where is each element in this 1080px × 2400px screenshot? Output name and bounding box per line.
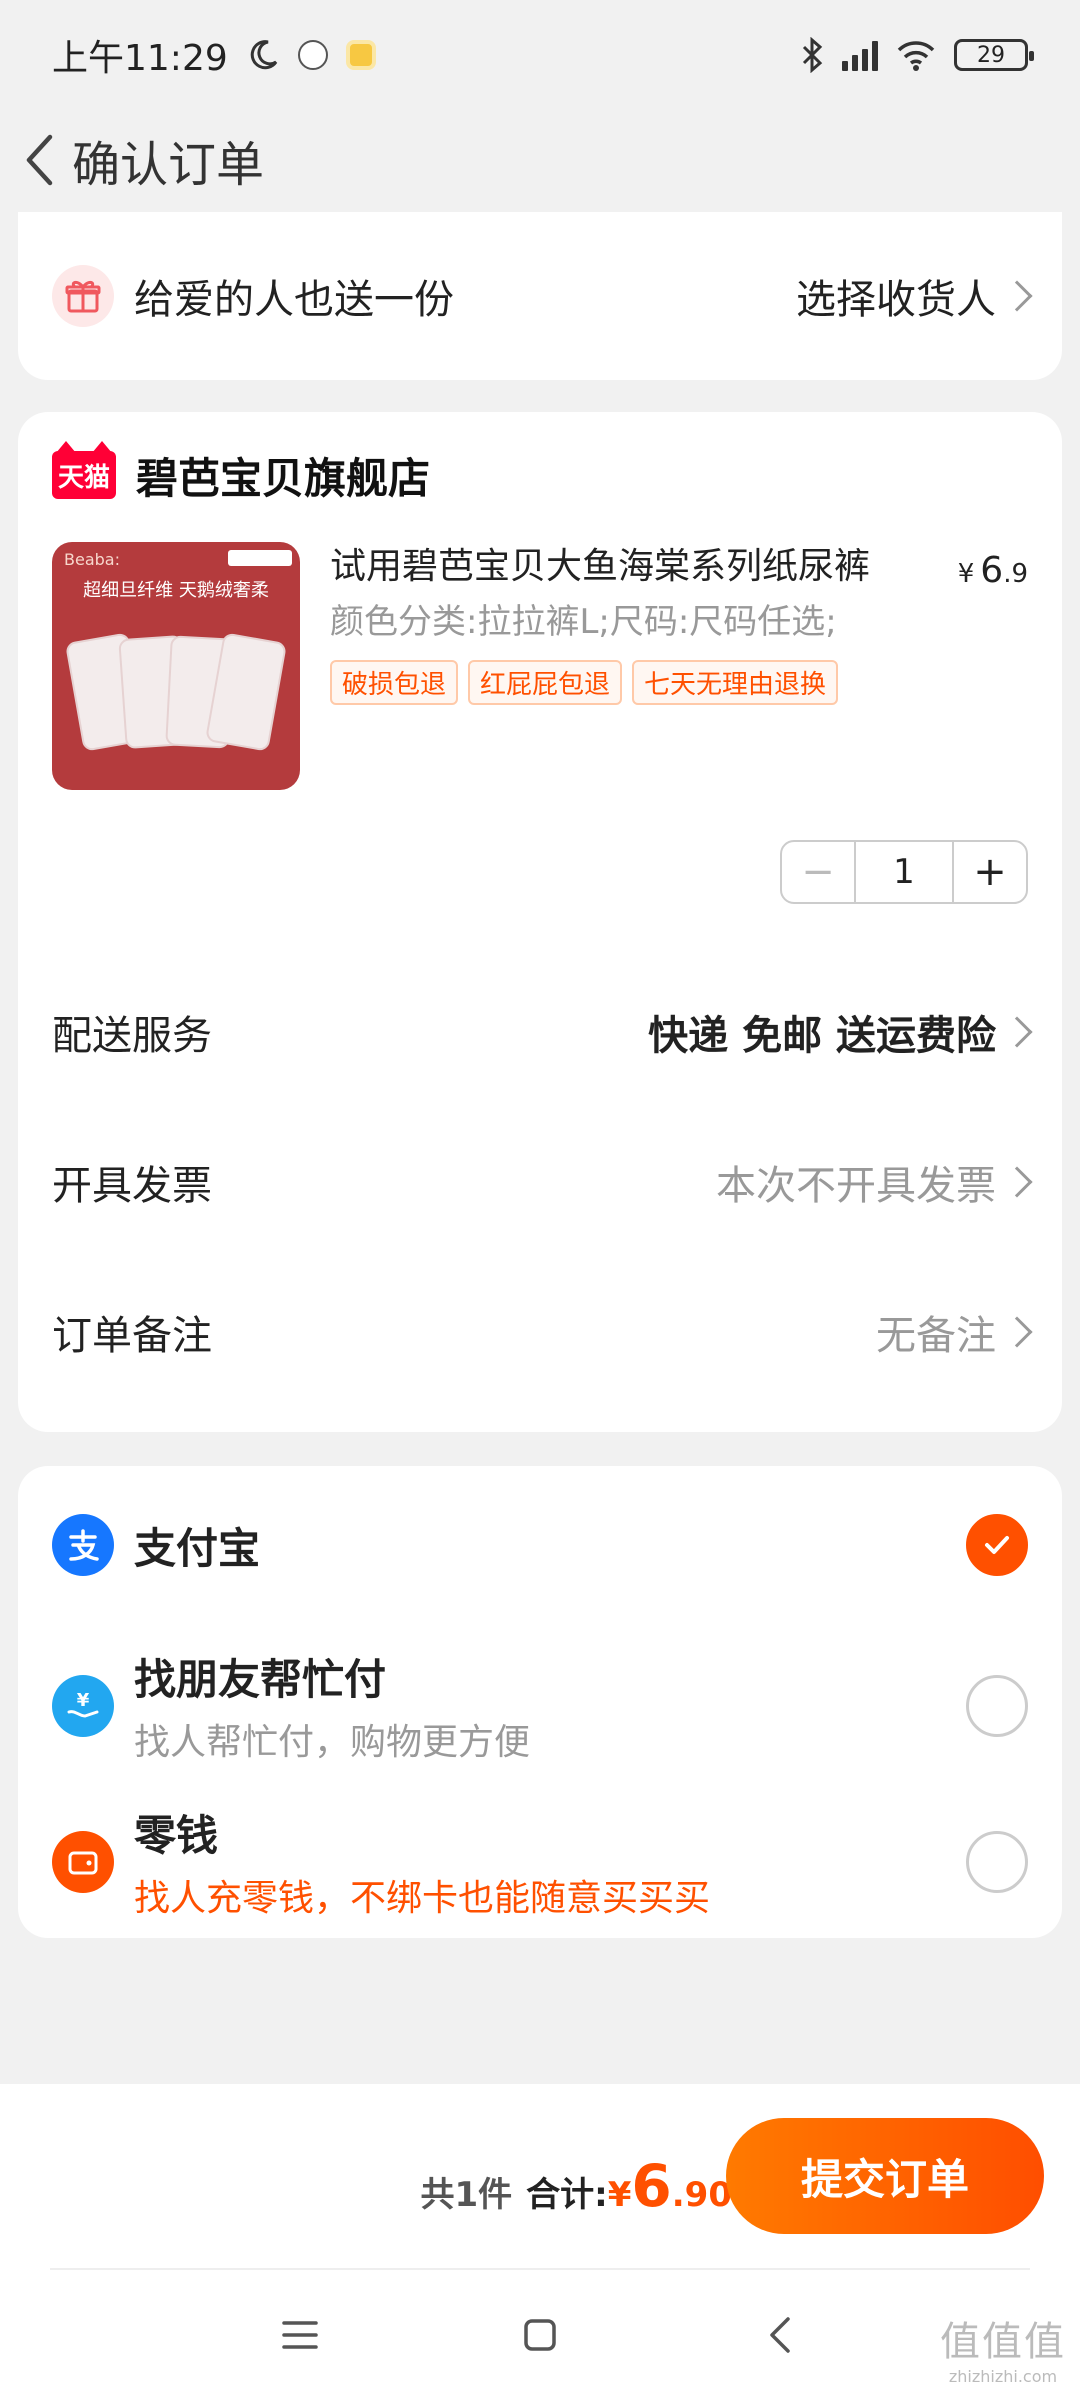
- payment-sub: 找人充零钱，不绑卡也能随意买买买: [134, 1878, 711, 1919]
- shop-header[interactable]: 天猫 碧芭宝贝旗舰店: [52, 412, 1028, 538]
- payment-name: 找朋友帮忙付: [134, 1655, 387, 1704]
- payment-name: 支付宝: [134, 1523, 261, 1573]
- status-time: 上午11:29: [52, 38, 228, 79]
- quantity-value[interactable]: 1: [856, 842, 952, 902]
- shop-name: 碧芭宝贝旗舰店: [136, 453, 431, 503]
- total-dec: .90: [671, 2175, 732, 2215]
- total-int: 6: [631, 2152, 672, 2220]
- menu-button[interactable]: [180, 2285, 420, 2385]
- invoice-row[interactable]: 开具发票 本次不开具发票: [52, 1132, 1033, 1232]
- price-int: 6: [980, 550, 1004, 591]
- watermark: 值值值 zhizhizhi.com: [940, 2309, 1066, 2386]
- watermark-url: zhizhizhi.com: [948, 2367, 1058, 2386]
- remark-row[interactable]: 订单备注 无备注: [52, 1282, 1033, 1382]
- svg-text:¥: ¥: [77, 1690, 90, 1711]
- payment-sub: 找人帮忙付，购物更方便: [134, 1722, 531, 1763]
- chevron-right-icon: [1001, 1016, 1033, 1048]
- order-total: 共1件 合计: ¥ 6 .90: [420, 2152, 732, 2220]
- remark-label: 订单备注: [52, 1313, 212, 1359]
- chevron-right-icon: [1001, 1166, 1033, 1198]
- radio-unchecked[interactable]: [966, 1674, 1028, 1737]
- wallet-icon: [52, 1830, 114, 1893]
- gift-icon: [52, 265, 114, 327]
- moon-icon: [250, 40, 277, 70]
- delivery-row[interactable]: 配送服务 快递 免邮 送运费险: [52, 982, 1033, 1082]
- product-image-badge: [228, 550, 292, 566]
- price-symbol: ¥: [957, 559, 975, 589]
- product-spec[interactable]: 颜色分类:拉拉裤L;尺码:尺码任选;: [330, 596, 870, 648]
- back-button[interactable]: [14, 125, 64, 195]
- quantity-stepper: − 1 +: [780, 840, 1028, 904]
- gift-section[interactable]: 给爱的人也送一份 选择收货人: [18, 212, 1062, 380]
- product-image-brand: Beaba:: [64, 550, 120, 569]
- payment-option-wallet[interactable]: 零钱 找人充零钱，不绑卡也能随意买买买: [52, 1802, 1028, 1921]
- nav-back-button[interactable]: [660, 2285, 900, 2385]
- delivery-value: 快递 免邮 送运费险: [648, 1013, 996, 1059]
- gift-text: 给爱的人也送一份: [134, 277, 454, 323]
- service-tag: 红屁屁包退: [468, 660, 623, 705]
- wifi-icon: [897, 41, 935, 71]
- battery-icon: 29: [954, 39, 1034, 71]
- payment-card: 支付宝 ¥ 找朋友帮忙付 找人帮忙付，购物更方便 零钱 找人充零钱，不绑卡也能随…: [18, 1466, 1062, 1938]
- payment-option-alipay[interactable]: 支付宝: [52, 1514, 1028, 1576]
- alipay-icon: [52, 1514, 114, 1576]
- shop-card: 天猫 碧芭宝贝旗舰店 Beaba: 超细旦纤维 天鹅绒奢柔 试用碧芭宝贝大鱼海棠…: [18, 412, 1062, 1432]
- payment-name: 零钱: [134, 1811, 219, 1860]
- delivery-label: 配送服务: [52, 1013, 212, 1059]
- select-recipient-button[interactable]: 选择收货人: [796, 267, 1033, 325]
- product-price: ¥6.9: [958, 550, 1028, 591]
- select-recipient-label: 选择收货人: [796, 277, 996, 323]
- item-count: 共1件: [420, 2175, 513, 2215]
- menu-icon: [282, 2321, 318, 2349]
- service-tag: 破损包退: [330, 660, 459, 705]
- status-bar: 上午11:29 29: [0, 0, 1080, 110]
- radio-unchecked[interactable]: [966, 1830, 1028, 1893]
- total-label: 合计:: [526, 2175, 608, 2215]
- home-button[interactable]: [420, 2285, 660, 2385]
- radio-checked[interactable]: [966, 1514, 1028, 1576]
- check-icon: [985, 1536, 1009, 1554]
- tmall-logo: 天猫: [52, 441, 116, 499]
- chevron-left-icon: [26, 134, 53, 186]
- notification-icon: [345, 40, 376, 70]
- chevron-right-icon: [1001, 280, 1033, 312]
- invoice-value: 本次不开具发票: [716, 1163, 996, 1209]
- product-item[interactable]: Beaba: 超细旦纤维 天鹅绒奢柔 试用碧芭宝贝大鱼海棠系列纸尿裤 ¥6.9 …: [52, 542, 1028, 790]
- battery-level: 29: [977, 42, 1005, 68]
- bluetooth-icon: [802, 37, 823, 73]
- home-icon: [524, 2319, 556, 2351]
- product-image-tagline: 超细旦纤维 天鹅绒奢柔: [83, 580, 269, 601]
- payment-option-friend[interactable]: ¥ 找朋友帮忙付 找人帮忙付，购物更方便: [52, 1646, 1028, 1765]
- total-symbol: ¥: [607, 2175, 632, 2215]
- friend-pay-icon: ¥: [52, 1674, 114, 1737]
- decrease-button[interactable]: −: [782, 842, 856, 902]
- invoice-label: 开具发票: [52, 1163, 212, 1209]
- tmall-logo-text: 天猫: [57, 462, 110, 493]
- signal-icon: [842, 39, 878, 71]
- submit-order-button[interactable]: 提交订单: [726, 2118, 1044, 2234]
- watermark-logo: 值值值: [940, 2319, 1066, 2365]
- system-nav-bar: 值值值 zhizhizhi.com: [0, 2270, 1080, 2400]
- page-header: 确认订单: [0, 110, 1080, 210]
- price-dec: .9: [1003, 559, 1028, 589]
- checkout-bar: 共1件 合计: ¥ 6 .90 提交订单: [0, 2084, 1080, 2270]
- back-icon: [770, 2317, 790, 2353]
- remark-value: 无备注: [876, 1313, 996, 1359]
- page-title: 确认订单: [72, 137, 265, 193]
- product-image[interactable]: Beaba: 超细旦纤维 天鹅绒奢柔: [52, 542, 300, 790]
- service-tags: 破损包退 红屁屁包退 七天无理由退换: [330, 660, 1028, 705]
- chevron-right-icon: [1001, 1316, 1033, 1348]
- increase-button[interactable]: +: [952, 842, 1026, 902]
- qq-icon: [297, 40, 328, 70]
- product-title: 试用碧芭宝贝大鱼海棠系列纸尿裤: [330, 546, 871, 587]
- service-tag: 七天无理由退换: [632, 660, 839, 705]
